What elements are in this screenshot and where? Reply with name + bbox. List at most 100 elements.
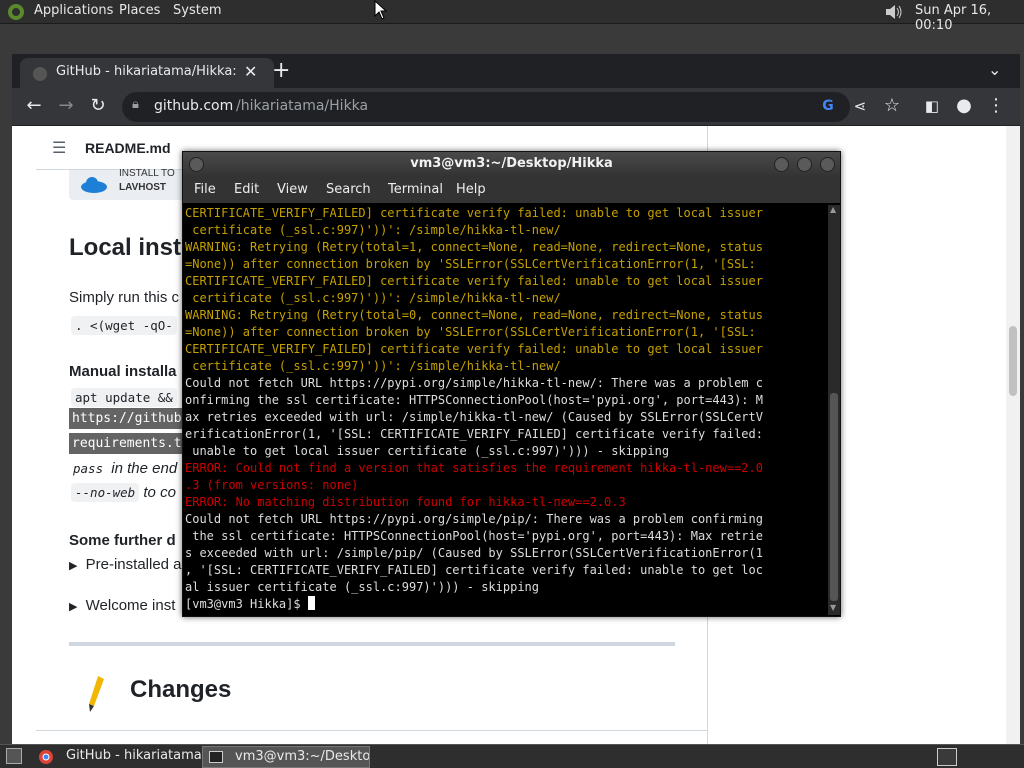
text-cursor [307,596,315,610]
gnome-foot-icon[interactable] [6,3,26,21]
volume-icon[interactable] [884,3,904,21]
system-menu[interactable]: System [173,3,221,18]
terminal-prompt-line[interactable]: [vm3@vm3 Hikka]$ [185,596,826,613]
apt-update-command: apt update && [71,388,177,407]
terminal-icon [209,751,223,763]
url-path: /hikariatama/Hikka [236,98,369,114]
no-web-code: --no-web [71,483,140,502]
to-co-text: to co [139,484,176,501]
task-terminal-label: vm3@vm3:~/Deskto... [235,749,370,764]
back-icon[interactable]: ← [20,92,48,120]
profile-avatar-icon[interactable]: ● [950,92,978,120]
in-the-end-text: in the end [107,460,178,477]
menu-edit[interactable]: Edit [234,182,259,197]
lock-icon[interactable]: 🔒︎ [132,97,139,112]
clock[interactable]: Sun Apr 16, 00:10 [915,3,1024,33]
terminal-title: vm3@vm3:~/Desktop/Hikka [410,156,613,171]
page-scrollbar[interactable] [1006,126,1020,744]
expand-triangle-icon: ▶ [69,601,78,613]
maximize-icon[interactable] [797,157,812,172]
terminal-output[interactable]: CERTIFICATE_VERIFY_FAILED] certificate v… [185,205,826,615]
terminal-window: vm3@vm3:~/Desktop/Hikka File Edit View S… [182,151,841,617]
no-web-note: --no-web to co [71,483,176,502]
terminal-menubar: File Edit View Search Terminal Help [183,177,840,203]
google-lens-icon[interactable]: G [814,92,842,120]
terminal-line: =None)) after connection broken by 'SSLE… [185,257,756,271]
tab-search-icon[interactable]: ⌄ [988,60,1001,79]
terminal-line: ERROR: No matching distribution found fo… [185,495,626,509]
forward-icon[interactable]: → [52,92,80,120]
terminal-line: certificate (_ssl.c:997)'))': /simple/hi… [185,223,561,237]
mouse-cursor-icon [374,0,388,20]
terminal-line: certificate (_ssl.c:997)'))': /simple/hi… [185,359,561,373]
bookmark-star-icon[interactable]: ☆ [878,92,906,120]
welcome-details[interactable]: ▶ Welcome inst [69,597,175,614]
terminal-titlebar[interactable]: vm3@vm3:~/Desktop/Hikka [183,152,840,177]
terminal-prompt: [vm3@vm3 Hikka]$ [185,597,308,611]
terminal-line: Could not fetch URL https://pypi.org/sim… [185,376,763,390]
menu-view[interactable]: View [277,182,308,197]
pass-code: pass [69,459,108,478]
menu-search[interactable]: Search [326,182,371,197]
minimize-icon[interactable] [774,157,789,172]
bottom-panel: GitHub - hikariatama... vm3@vm3:~/Deskto… [0,744,1024,768]
lavhost-badge[interactable]: INSTALL TO LAVHOST [69,168,189,200]
menu-terminal[interactable]: Terminal [388,182,443,197]
menu-file[interactable]: File [194,182,216,197]
page-scroll-thumb[interactable] [1009,326,1017,396]
reload-icon[interactable]: ↻ [84,92,112,120]
terminal-line: CERTIFICATE_VERIFY_FAILED] certificate v… [185,274,763,288]
some-further-heading: Some further d [69,532,176,549]
section-divider [69,642,675,646]
menu-help[interactable]: Help [456,182,486,197]
readme-filename[interactable]: README.md [85,140,171,156]
preinstalled-details[interactable]: ▶ Pre-installed a [69,556,182,573]
applications-menu[interactable]: Applications [34,3,113,18]
scroll-up-icon[interactable]: ▲ [830,205,836,214]
terminal-line: CERTIFICATE_VERIFY_FAILED] certificate v… [185,206,763,220]
scroll-down-icon[interactable]: ▼ [830,603,836,612]
side-panel-icon[interactable]: ◧ [918,92,946,120]
close-icon[interactable] [820,157,835,172]
lavhost-line1: INSTALL TO [119,168,175,179]
github-icon [33,67,47,81]
terminal-line: al issuer certificate (_ssl.c:997)'))) -… [185,580,540,594]
terminal-line: =None)) after connection broken by 'SSLE… [185,325,756,339]
divider [36,730,708,731]
expand-triangle-icon: ▶ [69,560,78,572]
url-domain: github.com [154,98,234,114]
close-tab-icon[interactable]: ✕ [244,62,257,81]
terminal-line: the ssl certificate: HTTPSConnectionPool… [185,529,763,543]
terminal-line: , '[SSL: CERTIFICATE_VERIFY_FAILED] cert… [185,563,763,577]
outline-list-icon[interactable]: ☰ [52,138,66,158]
tab-strip: GitHub - hikariatama/Hikka: T ✕ + ⌄ [12,54,1020,88]
show-desktop-icon[interactable] [6,748,22,764]
tab-title: GitHub - hikariatama/Hikka: T [56,64,236,79]
menu-kebab-icon[interactable]: ⋮ [982,92,1010,120]
cloud-icon [81,177,107,193]
share-icon[interactable]: ⋖ [846,92,874,120]
terminal-line: ERROR: Could not find a version that sat… [185,461,763,475]
window-menu-icon[interactable] [189,157,204,172]
new-tab-icon[interactable]: + [272,58,290,83]
browser-toolbar: ← → ↻ 🔒︎ github.com /hikariatama/Hikka G… [12,88,1020,126]
terminal-scroll-thumb[interactable] [830,393,838,601]
terminal-line: CERTIFICATE_VERIFY_FAILED] certificate v… [185,342,763,356]
task-browser[interactable]: GitHub - hikariatama... [34,746,202,768]
terminal-line: Could not fetch URL https://pypi.org/sim… [185,512,763,526]
task-browser-label: GitHub - hikariatama... [66,748,202,763]
terminal-scrollbar[interactable]: ▲ ▼ [828,205,840,615]
address-bar[interactable]: 🔒︎ github.com /hikariatama/Hikka [122,92,850,122]
requirements-file: requirements.t [69,433,189,454]
terminal-line: certificate (_ssl.c:997)'))': /simple/hi… [185,291,561,305]
pencil-icon [89,676,104,712]
terminal-line: WARNING: Retrying (Retry(total=1, connec… [185,240,763,254]
task-terminal[interactable]: vm3@vm3:~/Deskto... [202,746,370,768]
terminal-line: s exceeded with url: /simple/pip/ (Cause… [185,546,763,560]
lavhost-line2: LAVHOST [119,182,167,193]
terminal-line: erificationError(1, '[SSL: CERTIFICATE_V… [185,427,763,441]
workspace-switcher[interactable] [937,748,957,766]
places-menu[interactable]: Places [119,3,160,18]
tab-github[interactable]: GitHub - hikariatama/Hikka: T ✕ [20,58,274,88]
terminal-line: unable to get local issuer certificate (… [185,444,670,458]
